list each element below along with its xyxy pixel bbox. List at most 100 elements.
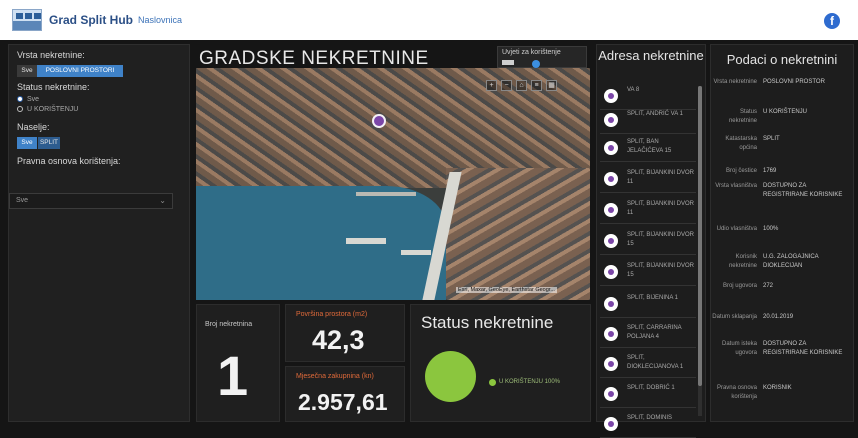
- address-text: SPLIT, BIJANKINI DVOR 11: [627, 201, 695, 216]
- naselje-option-split[interactable]: SPLIT: [38, 137, 60, 149]
- zoom-out-icon[interactable]: −: [501, 80, 512, 91]
- status-label: Status nekretnine:: [17, 82, 90, 92]
- basemap-icon[interactable]: ▦: [546, 80, 557, 91]
- detail-key: Katastarska općina: [725, 136, 757, 151]
- location-pin-icon: [604, 203, 618, 217]
- pravna-label: Pravna osnova korištenja:: [17, 156, 121, 166]
- rent-label: Mjesečna zakupnina (kn): [296, 373, 374, 380]
- detail-value: 100%: [763, 226, 779, 232]
- address-panel-title: Adresa nekretnine: [598, 48, 704, 63]
- address-text: SPLIT, BAN JELAČIĆEVA 15: [627, 139, 672, 154]
- address-list-item[interactable]: SPLIT, CARRARINA POLJANA 4: [600, 320, 696, 348]
- count-card: Broj nekretnina 1: [196, 304, 280, 422]
- page-title: GRADSKE NEKRETNINE: [199, 48, 429, 69]
- status-chart-title: Status nekretnine: [421, 313, 554, 332]
- detail-value: SPLIT: [763, 136, 780, 142]
- vrsta-option-sve[interactable]: Sve: [17, 65, 37, 77]
- zoom-in-icon[interactable]: +: [486, 80, 497, 91]
- address-text: SPLIT, ANDRIĆ VA 1: [627, 111, 683, 117]
- status-radio-koristenju[interactable]: U KORIŠTENJU: [17, 106, 78, 113]
- home-icon[interactable]: ⌂: [516, 80, 527, 91]
- address-list-item[interactable]: SPLIT, BIJANKINI DVOR 11: [600, 196, 696, 224]
- location-pin-icon: [604, 417, 618, 431]
- location-pin-icon: [604, 89, 618, 103]
- vrsta-option-poslovni[interactable]: POSLOVNI PROSTORI: [37, 65, 123, 77]
- address-list-item[interactable]: SPLIT, ANDRIĆ VA 1: [600, 106, 696, 134]
- status-legend-label: U KORIŠTENJU 100%: [499, 379, 561, 385]
- location-pin-icon: [604, 234, 618, 248]
- radio-selected-icon[interactable]: [17, 96, 23, 103]
- location-pin-icon: [604, 357, 618, 371]
- address-scrollbar-thumb[interactable]: [698, 86, 702, 386]
- map-sea: [196, 186, 446, 300]
- detail-value: DOSTUPNO ZA REGISTRIRANE KORISNIKE: [763, 183, 843, 198]
- detail-key: Vrsta nekretnine: [713, 79, 757, 85]
- layers-icon[interactable]: ≡: [531, 80, 542, 91]
- location-pin-icon: [604, 265, 618, 279]
- chevron-down-icon: ⌄: [159, 196, 166, 205]
- detail-value: U.G. ZALOGAJNICA DIOKLECIJAN: [763, 254, 819, 269]
- area-value: 42,3: [312, 325, 365, 355]
- facebook-icon[interactable]: f: [824, 13, 840, 29]
- detail-value: KORISNIK: [763, 385, 792, 391]
- vrsta-label: Vrsta nekretnine:: [17, 50, 85, 60]
- status-radio-sve-label: Sve: [27, 96, 40, 103]
- nav-link-naslovnica[interactable]: Naslovnica: [138, 15, 182, 25]
- detail-value: 272: [763, 283, 774, 289]
- rent-card: Mjesečna zakupnina (kn) 2.957,61: [285, 366, 405, 422]
- status-legend-dot-icon: [489, 379, 496, 386]
- detail-key: Pravna osnova korištenja: [716, 385, 757, 400]
- detail-key: Datum isteka ugovora: [721, 341, 757, 356]
- legend-swatch: [502, 60, 514, 65]
- area-label: Površina prostora (m2): [296, 311, 368, 318]
- status-radio-koristenju-label: U KORIŠTENJU: [27, 106, 79, 113]
- location-pin-icon: [604, 141, 618, 155]
- detail-value: 20.01.2019: [763, 314, 794, 320]
- address-text: SPLIT, DIOKLECIJANOVA 1: [627, 355, 684, 370]
- map-pier: [356, 192, 416, 196]
- app-title[interactable]: Grad Split Hub: [49, 13, 133, 27]
- pravna-select[interactable]: Sve ⌄: [9, 193, 173, 209]
- split-logo-icon[interactable]: [12, 9, 42, 31]
- detail-value: DOSTUPNO ZA REGISTRIRANE KORISNIKE: [763, 341, 843, 356]
- address-text: SPLIT, DOBRIĆ 1: [627, 385, 675, 391]
- address-text: SPLIT, BIJENINA 1: [627, 295, 679, 301]
- location-pin-icon: [604, 327, 618, 341]
- detail-key: Datum sklapanja: [712, 314, 757, 320]
- address-list-item[interactable]: SPLIT, BIJANKINI DVOR 15: [600, 227, 696, 255]
- address-list-item[interactable]: SPLIT, BAN JELAČIĆEVA 15: [600, 134, 696, 162]
- radio-icon[interactable]: [17, 106, 23, 113]
- count-value: 1: [217, 344, 249, 407]
- area-card: Površina prostora (m2) 42,3: [285, 304, 405, 362]
- address-text: SPLIT, BIJANKINI DVOR 11: [627, 170, 695, 185]
- address-text: VA 8: [627, 87, 640, 93]
- address-list-item[interactable]: SPLIT, DOMINIS: [600, 410, 696, 438]
- location-pin-icon: [604, 113, 618, 127]
- map-pier: [346, 238, 386, 244]
- detail-key: Status nekretnine: [728, 109, 757, 124]
- location-pin-icon: [604, 297, 618, 311]
- status-pie-slice[interactable]: [425, 351, 476, 402]
- detail-value: POSLOVNI PROSTOR: [763, 79, 825, 85]
- rent-value: 2.957,61: [298, 389, 388, 415]
- address-list-item[interactable]: SPLIT, BIJANKINI DVOR 11: [600, 165, 696, 193]
- address-list-item[interactable]: SPLIT, DOBRIĆ 1: [600, 380, 696, 408]
- pravna-select-value: Sve: [16, 197, 29, 204]
- location-pin-icon: [604, 172, 618, 186]
- map-attribution: Esri, Maxar, GeoEye, Earthstar Geogr...: [456, 287, 557, 293]
- address-list-item[interactable]: SPLIT, DIOKLECIJANOVA 1: [600, 350, 696, 378]
- address-list-item[interactable]: SPLIT, BIJENINA 1: [600, 290, 696, 318]
- map-marker-icon[interactable]: [372, 114, 386, 128]
- naselje-option-sve[interactable]: Sve: [17, 137, 37, 149]
- status-radio-sve[interactable]: Sve: [17, 96, 39, 103]
- address-text: SPLIT, CARRARINA POLJANA 4: [627, 325, 682, 340]
- address-list-item[interactable]: SPLIT, BIJANKINI DVOR 15: [600, 258, 696, 286]
- map-legend[interactable]: Uvjeti za korištenje: [497, 46, 587, 68]
- detail-key: Korisnik nekretnine: [728, 254, 757, 269]
- legend-label: Uvjeti za korištenje: [502, 49, 561, 56]
- map-view[interactable]: [196, 68, 590, 300]
- detail-key: Broj ugovora: [722, 283, 757, 289]
- legend-dot-icon: [532, 60, 540, 68]
- naselje-label: Naselje:: [17, 122, 50, 132]
- count-label: Broj nekretnina: [205, 321, 253, 328]
